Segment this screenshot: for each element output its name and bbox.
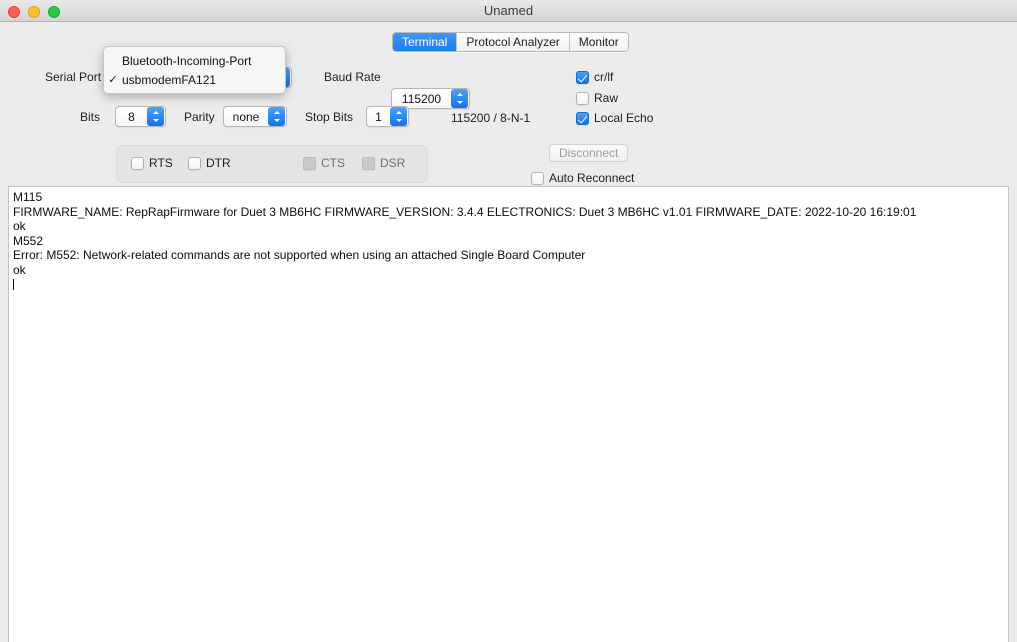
dtr-checkbox[interactable]: [188, 156, 201, 170]
stop-bits-select[interactable]: 1: [366, 106, 409, 127]
connection-status-summary: 115200 / 8-N-1: [451, 111, 531, 125]
menu-item-bluetooth-incoming-port[interactable]: Bluetooth-Incoming-Port: [104, 51, 285, 70]
serial-port-dropdown-menu[interactable]: Bluetooth-Incoming-Port ✓ usbmodemFA121: [103, 46, 286, 94]
local-echo-checkbox[interactable]: [576, 111, 589, 125]
tab-terminal[interactable]: Terminal: [393, 33, 458, 51]
terminal-line: FIRMWARE_NAME: RepRapFirmware for Duet 3…: [13, 204, 917, 219]
parity-select[interactable]: none: [223, 106, 287, 127]
terminal-line: M115: [13, 190, 43, 204]
bits-label: Bits: [80, 110, 101, 124]
rts-checkbox-row[interactable]: RTS: [131, 156, 173, 170]
terminal-caret-line: [13, 278, 1004, 293]
cts-indicator: [303, 156, 316, 170]
dtr-checkbox-row[interactable]: DTR: [188, 156, 231, 170]
raw-checkbox-row[interactable]: Raw: [576, 91, 618, 105]
text-caret: [13, 278, 14, 290]
rts-label: RTS: [149, 156, 173, 170]
menu-item-label: usbmodemFA121: [122, 72, 217, 87]
raw-checkbox[interactable]: [576, 91, 589, 105]
chevron-updown-icon: [390, 107, 407, 126]
auto-reconnect-checkbox[interactable]: [531, 171, 544, 185]
rts-checkbox[interactable]: [131, 156, 144, 170]
crlf-checkbox-row[interactable]: cr/lf: [576, 70, 613, 84]
bits-value: 8: [128, 109, 135, 124]
terminal-line: ok: [13, 219, 26, 234]
raw-label: Raw: [594, 91, 619, 105]
bits-select[interactable]: 8: [115, 106, 166, 127]
baud-rate-value: 115200: [401, 91, 442, 106]
parity-value: none: [232, 109, 260, 124]
menu-item-usbmodemfa121[interactable]: ✓ usbmodemFA121: [104, 70, 285, 89]
stop-bits-value: 1: [375, 109, 382, 124]
terminal-line: M552: [13, 233, 44, 248]
dsr-label: DSR: [380, 156, 406, 170]
checkmark-icon: ✓: [108, 74, 118, 86]
menu-item-label: Bluetooth-Incoming-Port: [122, 53, 252, 68]
stop-bits-label: Stop Bits: [305, 110, 354, 124]
terminal-line: Error: M552: Network-related commands ar…: [13, 248, 586, 263]
disconnect-button[interactable]: Disconnect: [549, 144, 629, 162]
crlf-checkbox[interactable]: [576, 70, 589, 84]
cts-label: CTS: [321, 156, 345, 170]
tab-monitor[interactable]: Monitor: [569, 33, 628, 51]
chevron-updown-icon: [147, 107, 164, 126]
dsr-indicator-row: DSR: [362, 156, 405, 170]
parity-label: Parity: [184, 110, 215, 124]
cts-indicator-row: CTS: [303, 156, 345, 170]
chevron-updown-icon: [451, 89, 468, 108]
window-title: Unamed: [483, 3, 534, 18]
local-echo-label: Local Echo: [594, 111, 654, 125]
auto-reconnect-label: Auto Reconnect: [549, 171, 635, 185]
dsr-indicator: [362, 156, 375, 170]
app-window: Unamed Terminal Protocol Analyzer Monito…: [0, 0, 1017, 642]
chevron-updown-icon: [268, 107, 285, 126]
tab-protocol-analyzer[interactable]: Protocol Analyzer: [457, 33, 570, 51]
serial-port-label: Serial Port: [45, 70, 102, 84]
auto-reconnect-checkbox-row[interactable]: Auto Reconnect: [531, 171, 634, 185]
local-echo-checkbox-row[interactable]: Local Echo: [576, 111, 653, 125]
dtr-label: DTR: [206, 156, 231, 170]
terminal-line: ok: [13, 262, 26, 277]
terminal-output[interactable]: M115 FIRMWARE_NAME: RepRapFirmware for D…: [8, 186, 1009, 642]
tab-bar: Terminal Protocol Analyzer Monitor: [392, 32, 629, 52]
baud-rate-label: Baud Rate: [324, 70, 381, 84]
crlf-label: cr/lf: [594, 70, 614, 84]
window-titlebar: Unamed: [0, 0, 1017, 22]
